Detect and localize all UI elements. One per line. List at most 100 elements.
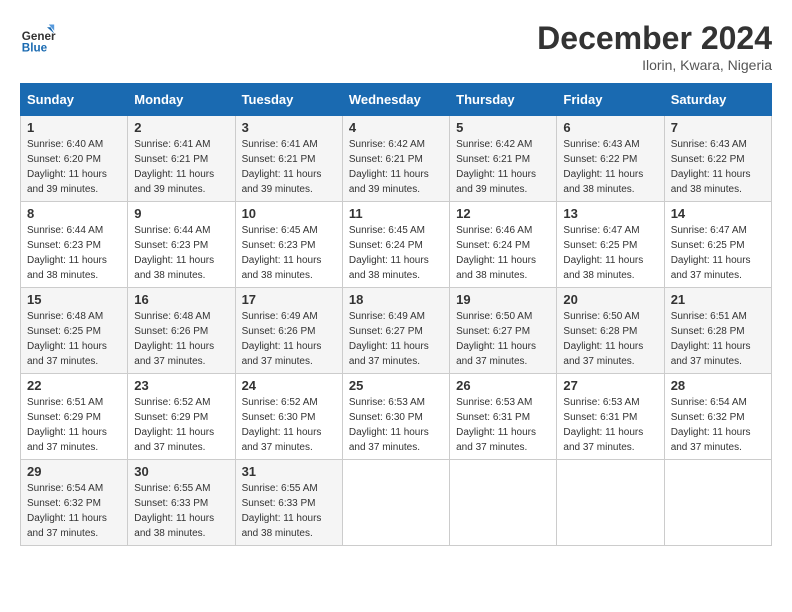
calendar-cell: 9 Sunrise: 6:44 AMSunset: 6:23 PMDayligh…	[128, 202, 235, 288]
day-number: 20	[563, 292, 657, 307]
day-number: 15	[27, 292, 121, 307]
weekday-header-cell: Sunday	[21, 84, 128, 116]
day-info: Sunrise: 6:51 AMSunset: 6:29 PMDaylight:…	[27, 397, 107, 453]
day-info: Sunrise: 6:47 AMSunset: 6:25 PMDaylight:…	[671, 225, 751, 281]
day-number: 13	[563, 206, 657, 221]
day-info: Sunrise: 6:41 AMSunset: 6:21 PMDaylight:…	[242, 139, 322, 195]
calendar-cell	[557, 460, 664, 546]
calendar-cell: 17 Sunrise: 6:49 AMSunset: 6:26 PMDaylig…	[235, 288, 342, 374]
page-header: General Blue December 2024 Ilorin, Kwara…	[20, 20, 772, 73]
calendar-cell: 15 Sunrise: 6:48 AMSunset: 6:25 PMDaylig…	[21, 288, 128, 374]
calendar-cell: 3 Sunrise: 6:41 AMSunset: 6:21 PMDayligh…	[235, 116, 342, 202]
calendar-cell: 27 Sunrise: 6:53 AMSunset: 6:31 PMDaylig…	[557, 374, 664, 460]
day-info: Sunrise: 6:45 AMSunset: 6:23 PMDaylight:…	[242, 225, 322, 281]
weekday-header-cell: Saturday	[664, 84, 771, 116]
day-number: 2	[134, 120, 228, 135]
calendar-cell: 22 Sunrise: 6:51 AMSunset: 6:29 PMDaylig…	[21, 374, 128, 460]
calendar-week-row: 1 Sunrise: 6:40 AMSunset: 6:20 PMDayligh…	[21, 116, 772, 202]
calendar-cell: 14 Sunrise: 6:47 AMSunset: 6:25 PMDaylig…	[664, 202, 771, 288]
day-info: Sunrise: 6:48 AMSunset: 6:25 PMDaylight:…	[27, 311, 107, 367]
day-info: Sunrise: 6:51 AMSunset: 6:28 PMDaylight:…	[671, 311, 751, 367]
day-info: Sunrise: 6:52 AMSunset: 6:30 PMDaylight:…	[242, 397, 322, 453]
day-info: Sunrise: 6:50 AMSunset: 6:27 PMDaylight:…	[456, 311, 536, 367]
day-number: 14	[671, 206, 765, 221]
calendar-cell	[450, 460, 557, 546]
calendar-cell: 8 Sunrise: 6:44 AMSunset: 6:23 PMDayligh…	[21, 202, 128, 288]
calendar-week-row: 22 Sunrise: 6:51 AMSunset: 6:29 PMDaylig…	[21, 374, 772, 460]
calendar-cell: 10 Sunrise: 6:45 AMSunset: 6:23 PMDaylig…	[235, 202, 342, 288]
day-number: 10	[242, 206, 336, 221]
logo-icon: General Blue	[20, 20, 56, 56]
day-info: Sunrise: 6:45 AMSunset: 6:24 PMDaylight:…	[349, 225, 429, 281]
calendar-cell: 20 Sunrise: 6:50 AMSunset: 6:28 PMDaylig…	[557, 288, 664, 374]
calendar-cell: 28 Sunrise: 6:54 AMSunset: 6:32 PMDaylig…	[664, 374, 771, 460]
day-info: Sunrise: 6:43 AMSunset: 6:22 PMDaylight:…	[671, 139, 751, 195]
day-info: Sunrise: 6:55 AMSunset: 6:33 PMDaylight:…	[242, 483, 322, 539]
day-number: 30	[134, 464, 228, 479]
title-block: December 2024 Ilorin, Kwara, Nigeria	[537, 20, 772, 73]
day-info: Sunrise: 6:54 AMSunset: 6:32 PMDaylight:…	[671, 397, 751, 453]
calendar-cell: 2 Sunrise: 6:41 AMSunset: 6:21 PMDayligh…	[128, 116, 235, 202]
day-number: 3	[242, 120, 336, 135]
calendar-cell: 30 Sunrise: 6:55 AMSunset: 6:33 PMDaylig…	[128, 460, 235, 546]
calendar-cell: 18 Sunrise: 6:49 AMSunset: 6:27 PMDaylig…	[342, 288, 449, 374]
day-number: 6	[563, 120, 657, 135]
calendar-cell: 29 Sunrise: 6:54 AMSunset: 6:32 PMDaylig…	[21, 460, 128, 546]
svg-text:Blue: Blue	[22, 42, 48, 55]
day-info: Sunrise: 6:42 AMSunset: 6:21 PMDaylight:…	[349, 139, 429, 195]
logo: General Blue	[20, 20, 56, 56]
day-number: 28	[671, 378, 765, 393]
day-info: Sunrise: 6:44 AMSunset: 6:23 PMDaylight:…	[134, 225, 214, 281]
calendar-cell: 11 Sunrise: 6:45 AMSunset: 6:24 PMDaylig…	[342, 202, 449, 288]
calendar-cell: 6 Sunrise: 6:43 AMSunset: 6:22 PMDayligh…	[557, 116, 664, 202]
day-number: 22	[27, 378, 121, 393]
weekday-header-cell: Monday	[128, 84, 235, 116]
calendar-week-row: 15 Sunrise: 6:48 AMSunset: 6:25 PMDaylig…	[21, 288, 772, 374]
day-number: 31	[242, 464, 336, 479]
day-number: 16	[134, 292, 228, 307]
calendar-cell: 1 Sunrise: 6:40 AMSunset: 6:20 PMDayligh…	[21, 116, 128, 202]
day-info: Sunrise: 6:53 AMSunset: 6:31 PMDaylight:…	[563, 397, 643, 453]
location: Ilorin, Kwara, Nigeria	[537, 57, 772, 73]
weekday-header-row: SundayMondayTuesdayWednesdayThursdayFrid…	[21, 84, 772, 116]
day-info: Sunrise: 6:55 AMSunset: 6:33 PMDaylight:…	[134, 483, 214, 539]
day-number: 24	[242, 378, 336, 393]
day-number: 29	[27, 464, 121, 479]
day-info: Sunrise: 6:53 AMSunset: 6:30 PMDaylight:…	[349, 397, 429, 453]
day-info: Sunrise: 6:44 AMSunset: 6:23 PMDaylight:…	[27, 225, 107, 281]
weekday-header-cell: Thursday	[450, 84, 557, 116]
weekday-header-cell: Tuesday	[235, 84, 342, 116]
calendar-cell: 25 Sunrise: 6:53 AMSunset: 6:30 PMDaylig…	[342, 374, 449, 460]
day-info: Sunrise: 6:43 AMSunset: 6:22 PMDaylight:…	[563, 139, 643, 195]
day-info: Sunrise: 6:53 AMSunset: 6:31 PMDaylight:…	[456, 397, 536, 453]
day-info: Sunrise: 6:47 AMSunset: 6:25 PMDaylight:…	[563, 225, 643, 281]
day-number: 21	[671, 292, 765, 307]
calendar-cell	[664, 460, 771, 546]
calendar-cell	[342, 460, 449, 546]
day-info: Sunrise: 6:49 AMSunset: 6:26 PMDaylight:…	[242, 311, 322, 367]
day-info: Sunrise: 6:52 AMSunset: 6:29 PMDaylight:…	[134, 397, 214, 453]
day-number: 7	[671, 120, 765, 135]
day-info: Sunrise: 6:41 AMSunset: 6:21 PMDaylight:…	[134, 139, 214, 195]
calendar-cell: 23 Sunrise: 6:52 AMSunset: 6:29 PMDaylig…	[128, 374, 235, 460]
day-info: Sunrise: 6:48 AMSunset: 6:26 PMDaylight:…	[134, 311, 214, 367]
weekday-header-cell: Wednesday	[342, 84, 449, 116]
day-number: 11	[349, 206, 443, 221]
day-number: 19	[456, 292, 550, 307]
day-info: Sunrise: 6:40 AMSunset: 6:20 PMDaylight:…	[27, 139, 107, 195]
calendar-cell: 4 Sunrise: 6:42 AMSunset: 6:21 PMDayligh…	[342, 116, 449, 202]
calendar-cell: 21 Sunrise: 6:51 AMSunset: 6:28 PMDaylig…	[664, 288, 771, 374]
day-number: 27	[563, 378, 657, 393]
day-info: Sunrise: 6:50 AMSunset: 6:28 PMDaylight:…	[563, 311, 643, 367]
day-info: Sunrise: 6:54 AMSunset: 6:32 PMDaylight:…	[27, 483, 107, 539]
day-number: 12	[456, 206, 550, 221]
calendar-table: SundayMondayTuesdayWednesdayThursdayFrid…	[20, 83, 772, 546]
calendar-cell: 31 Sunrise: 6:55 AMSunset: 6:33 PMDaylig…	[235, 460, 342, 546]
calendar-cell: 26 Sunrise: 6:53 AMSunset: 6:31 PMDaylig…	[450, 374, 557, 460]
day-info: Sunrise: 6:46 AMSunset: 6:24 PMDaylight:…	[456, 225, 536, 281]
calendar-cell: 19 Sunrise: 6:50 AMSunset: 6:27 PMDaylig…	[450, 288, 557, 374]
calendar-cell: 5 Sunrise: 6:42 AMSunset: 6:21 PMDayligh…	[450, 116, 557, 202]
day-number: 26	[456, 378, 550, 393]
day-number: 1	[27, 120, 121, 135]
day-number: 18	[349, 292, 443, 307]
